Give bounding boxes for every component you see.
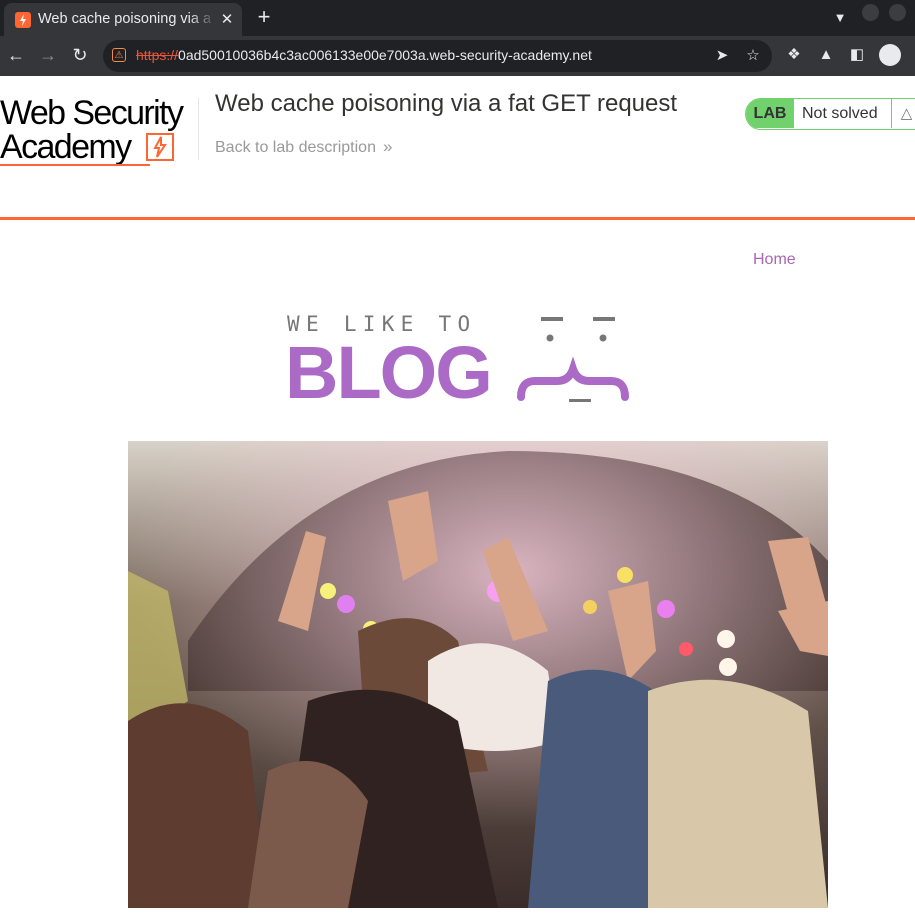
brace-face-icon bbox=[517, 317, 629, 402]
web-security-academy-logo[interactable]: Web Security Academy bbox=[0, 96, 196, 168]
bookmark-star-icon[interactable]: ☆ bbox=[744, 47, 762, 65]
new-tab-button[interactable]: + bbox=[253, 6, 275, 28]
chevron-down-icon[interactable]: ▼ bbox=[830, 8, 850, 28]
lab-status-text: Not solved bbox=[802, 105, 878, 122]
minimize-button[interactable] bbox=[862, 4, 879, 21]
nav-home-link[interactable]: Home bbox=[753, 251, 796, 269]
blog-banner: WE LIKE TO BLOG bbox=[285, 311, 645, 410]
header-divider bbox=[198, 98, 199, 160]
logo-underline bbox=[0, 164, 150, 166]
lab-status-widget: LAB Not solved △ bbox=[745, 98, 915, 130]
browser-tab-strip: Web cache poisoning via a fat GET reques… bbox=[0, 0, 915, 36]
browser-toolbar: ← → ↻ ⚠ https://0ad50010036b4c3ac006133e… bbox=[0, 36, 915, 76]
tab-title: Web cache poisoning via a fat GET reques… bbox=[38, 11, 216, 27]
extensions-puzzle-icon[interactable]: ❖ bbox=[784, 45, 804, 65]
address-bar[interactable]: ⚠ https://0ad50010036b4c3ac006133e00e700… bbox=[103, 40, 772, 72]
back-arrow-icon[interactable]: ← bbox=[4, 43, 28, 67]
forward-arrow-icon[interactable]: → bbox=[36, 43, 60, 67]
back-to-lab-description-link[interactable]: Back to lab description bbox=[215, 139, 376, 157]
lab-title: Web cache poisoning via a fat GET reques… bbox=[215, 90, 678, 117]
lab-badge: LAB bbox=[746, 99, 794, 128]
academy-favicon-icon bbox=[15, 12, 31, 28]
lab-flask-icon[interactable]: ▲ bbox=[816, 45, 836, 65]
logo-line-1: Web Security bbox=[0, 94, 184, 132]
header-orange-rule bbox=[0, 217, 915, 220]
not-secure-icon[interactable]: ⚠ bbox=[112, 48, 126, 62]
side-panel-icon[interactable]: ◧ bbox=[847, 45, 867, 65]
reload-icon[interactable]: ↻ bbox=[68, 43, 92, 67]
maximize-button[interactable] bbox=[889, 4, 906, 21]
profile-avatar-icon[interactable] bbox=[879, 44, 901, 66]
url-text: https://0ad50010036b4c3ac006133e00e7003a… bbox=[136, 47, 592, 63]
browser-tab[interactable]: Web cache poisoning via a fat GET reques… bbox=[4, 3, 242, 36]
double-chevron-right-icon[interactable]: » bbox=[383, 137, 392, 157]
flask-icon: △ bbox=[891, 99, 915, 128]
blog-hero-image bbox=[128, 441, 828, 908]
share-icon[interactable]: ➤ bbox=[713, 47, 731, 65]
logo-line-2: Academy bbox=[0, 128, 132, 166]
close-tab-icon[interactable]: ✕ bbox=[218, 11, 236, 29]
academy-lab-header: Web Security Academy Web cache poisoning… bbox=[0, 76, 915, 218]
logo-bolt-icon bbox=[146, 133, 174, 161]
banner-blog-word: BLOG bbox=[285, 331, 493, 414]
